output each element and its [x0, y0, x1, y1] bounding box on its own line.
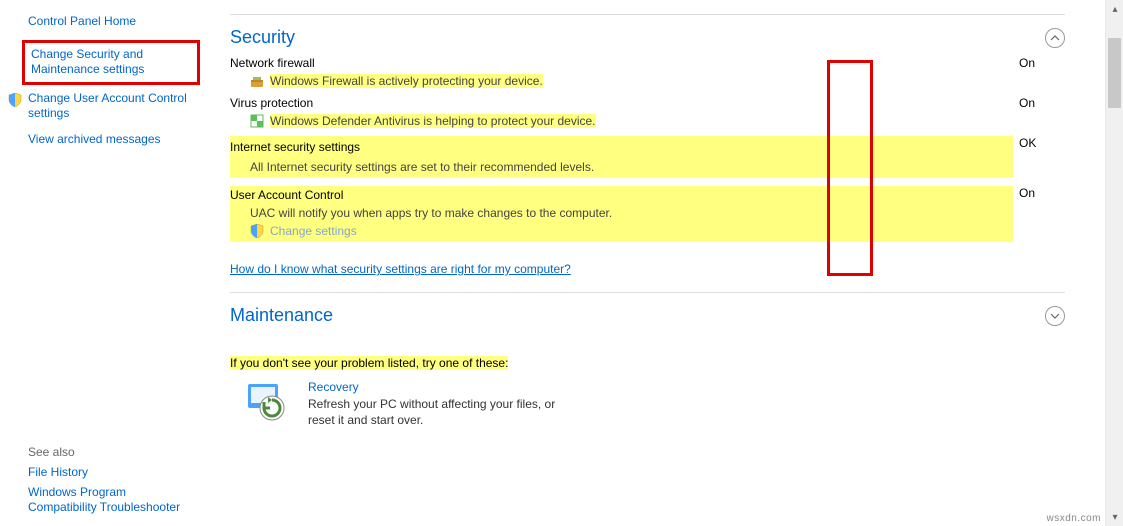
security-header[interactable]: Security	[230, 23, 1065, 56]
security-title: Security	[230, 27, 295, 48]
uac-label: User Account Control	[230, 188, 343, 202]
internet-detail: All Internet security settings are set t…	[250, 160, 594, 174]
internet-row: Internet security settings All Internet …	[230, 136, 1065, 178]
virus-status: On	[1013, 96, 1065, 110]
control-panel-home-link[interactable]: Control Panel Home	[28, 14, 200, 30]
virus-detail: Windows Defender Antivirus is helping to…	[270, 114, 596, 128]
vertical-scrollbar[interactable]: ▴ ▾	[1105, 0, 1123, 526]
file-history-link[interactable]: File History	[28, 465, 198, 479]
uac-status: On	[1013, 186, 1065, 200]
uac-detail: UAC will notify you when apps try to mak…	[250, 206, 612, 220]
uac-change-link[interactable]: Change settings	[270, 224, 357, 238]
uac-row: User Account Control UAC will notify you…	[230, 186, 1065, 242]
firewall-icon	[250, 74, 264, 88]
sidebar: Control Panel Home Change Security and M…	[0, 0, 200, 428]
view-archived-link[interactable]: View archived messages	[28, 132, 200, 148]
firewall-detail: Windows Firewall is actively protecting …	[270, 74, 543, 88]
change-uac-link[interactable]: Change User Account Control settings	[28, 91, 200, 122]
scroll-up-icon[interactable]: ▴	[1106, 0, 1123, 18]
highlight-change-security: Change Security and Maintenance settings	[22, 40, 200, 85]
firewall-status: On	[1013, 56, 1065, 70]
maintenance-header[interactable]: Maintenance	[230, 301, 1065, 334]
chevron-down-icon[interactable]	[1045, 306, 1065, 326]
internet-label: Internet security settings	[230, 140, 360, 154]
see-also-title: See also	[28, 445, 198, 459]
recovery-row[interactable]: Recovery Refresh your PC without affecti…	[230, 380, 1065, 428]
see-also: See also File History Windows Program Co…	[28, 445, 198, 516]
troubleshoot-hint-text: If you don't see your problem listed, tr…	[230, 356, 508, 370]
defender-icon	[250, 114, 264, 128]
scroll-thumb[interactable]	[1108, 38, 1121, 108]
virus-label: Virus protection	[230, 96, 1013, 110]
main-content: Security Network firewall Windows Firewa	[200, 0, 1105, 428]
security-help-link[interactable]: How do I know what security settings are…	[230, 262, 571, 276]
recovery-icon	[244, 380, 286, 422]
chevron-up-icon[interactable]	[1045, 28, 1065, 48]
maintenance-section: Maintenance	[230, 292, 1065, 342]
recovery-desc: Refresh your PC without affecting your f…	[308, 396, 568, 428]
shield-icon	[250, 224, 264, 238]
internet-status: OK	[1013, 136, 1065, 150]
security-section: Security Network firewall Windows Firewa	[230, 14, 1065, 292]
virus-row: Virus protection Windows Defender Antivi…	[230, 96, 1065, 128]
wpct-link[interactable]: Windows Program Compatibility Troublesho…	[28, 485, 198, 516]
change-security-link[interactable]: Change Security and Maintenance settings	[31, 47, 191, 78]
watermark: wsxdn.com	[1046, 513, 1101, 524]
scroll-down-icon[interactable]: ▾	[1106, 508, 1123, 526]
firewall-row: Network firewall Windows Firewall is act…	[230, 56, 1065, 88]
firewall-label: Network firewall	[230, 56, 1013, 70]
uac-shield-icon	[8, 93, 22, 107]
recovery-title: Recovery	[308, 380, 568, 394]
maintenance-title: Maintenance	[230, 305, 333, 326]
troubleshoot-hint: If you don't see your problem listed, tr…	[230, 356, 1065, 370]
scroll-track[interactable]	[1106, 18, 1123, 508]
